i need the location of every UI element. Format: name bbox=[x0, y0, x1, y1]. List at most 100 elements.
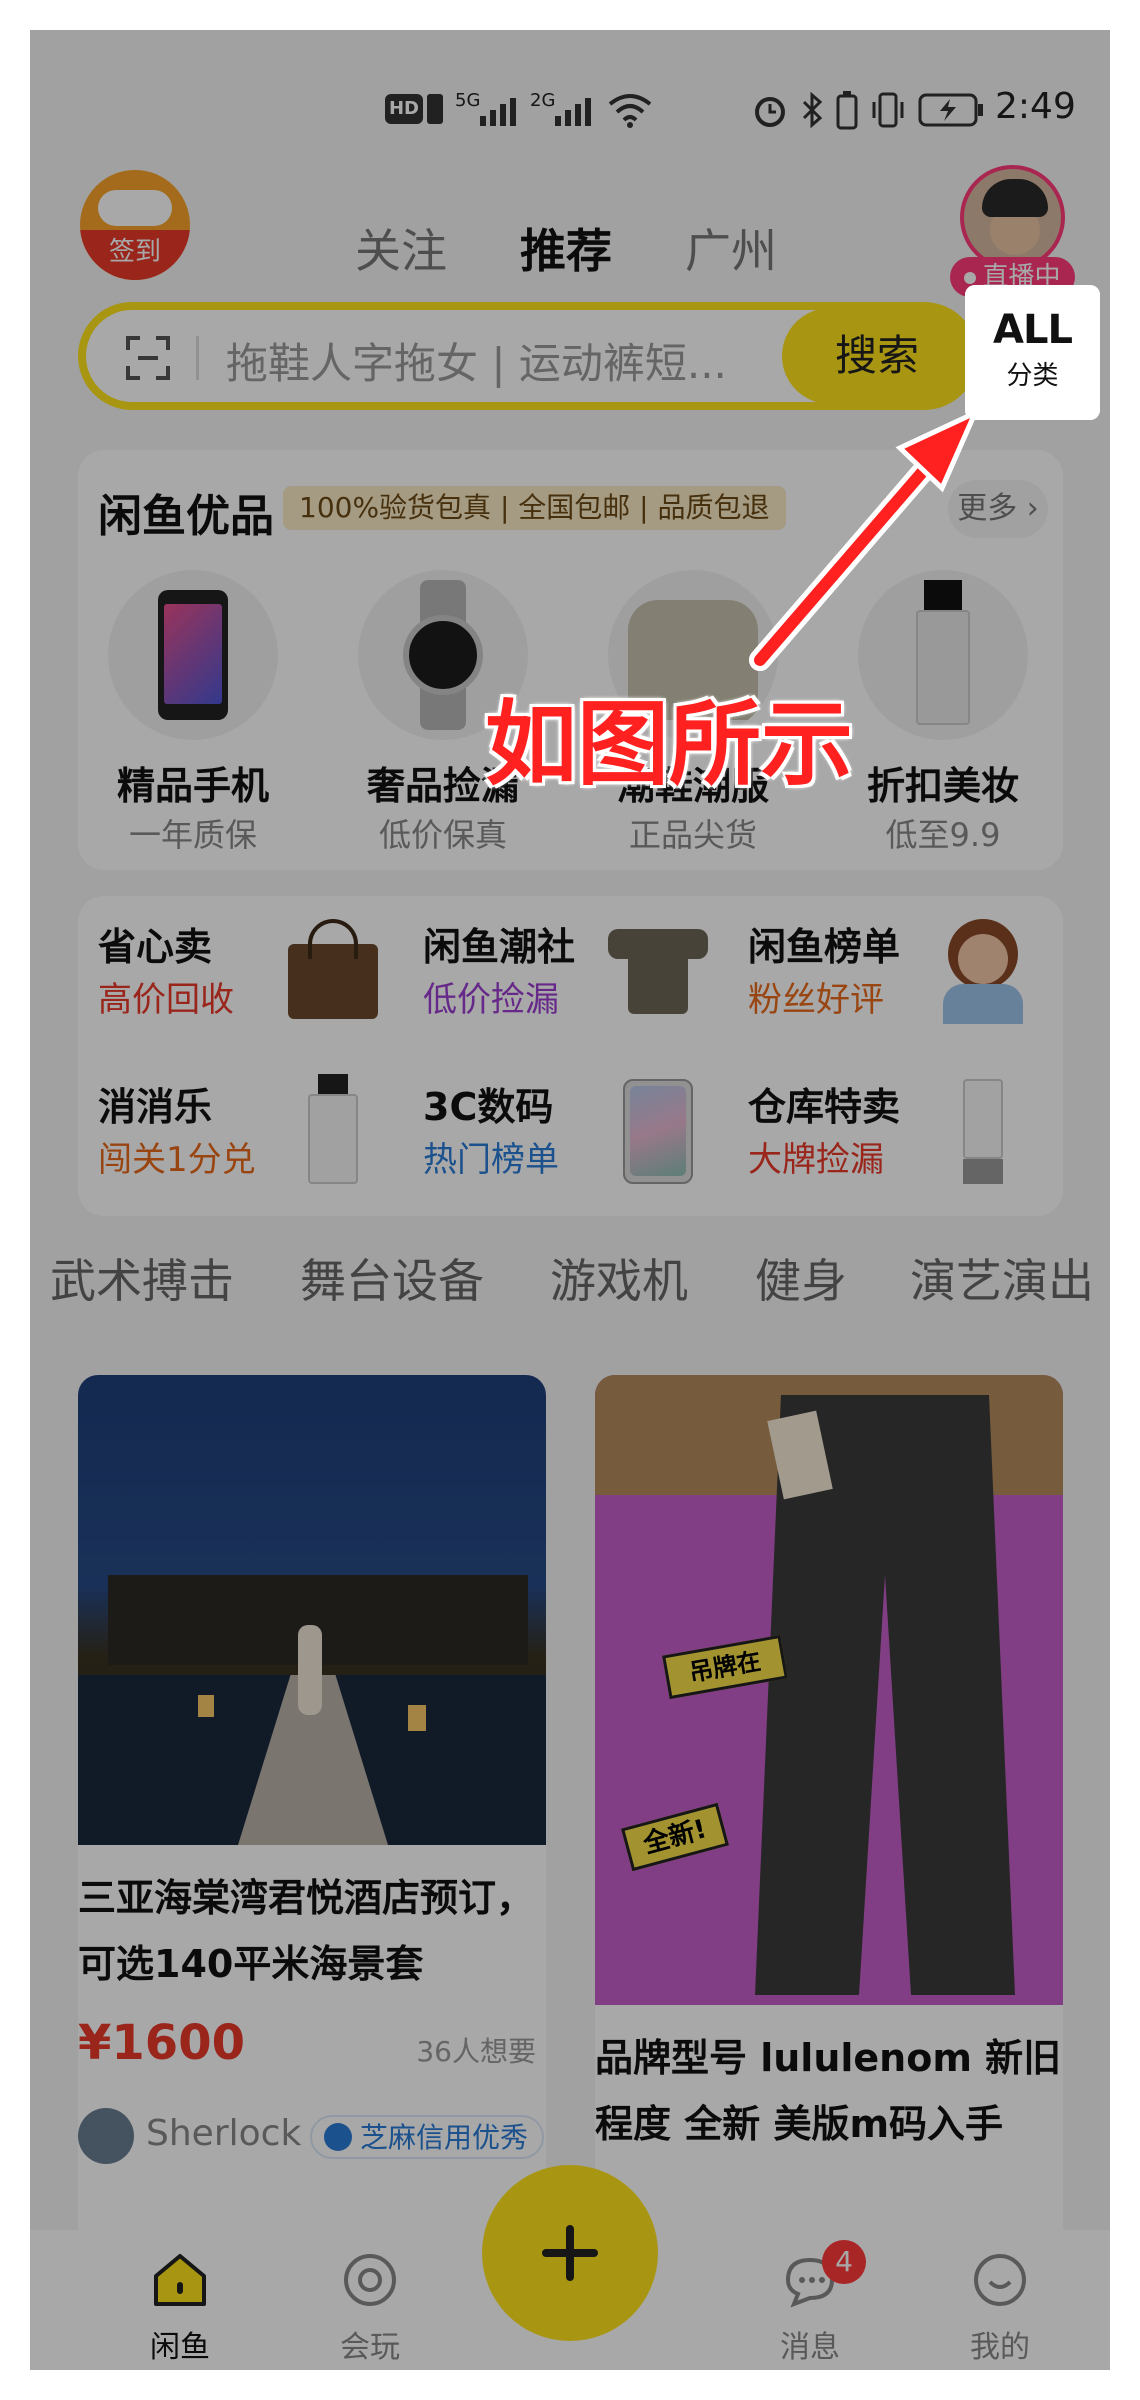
service-title: 消消乐 bbox=[98, 1085, 213, 1129]
scan-icon[interactable] bbox=[126, 336, 170, 380]
search-divider bbox=[196, 336, 199, 380]
youpin-item-sub: 正品尖货 bbox=[628, 816, 757, 854]
category-item[interactable]: 游戏机 bbox=[550, 1245, 688, 1311]
category-item[interactable]: 舞台设备 bbox=[300, 1245, 484, 1311]
youpin-card: 闲鱼优品 100%验货包真 | 全国包邮 | 品质包退 更多 › 精品手机 一年… bbox=[78, 450, 1063, 870]
youpin-item-phone[interactable]: 精品手机 一年质保 bbox=[78, 570, 308, 860]
tab-messages[interactable]: 4 消息 bbox=[730, 2230, 890, 2370]
youpin-more-label: 更多 bbox=[957, 491, 1018, 526]
tab-city[interactable]: 广州 bbox=[685, 215, 777, 281]
feed-title: 三亚海棠湾君悦酒店预订，可选140平米海景套 bbox=[78, 1876, 535, 1986]
feed-card[interactable]: 吊牌在 全新! 品牌型号 lululenom 新旧程度 全新 美版m码入手 bbox=[595, 1375, 1063, 2255]
tab-label: 会玩 bbox=[340, 2330, 400, 2365]
feed-title: 品牌型号 lululenom 新旧程度 全新 美版m码入手 bbox=[595, 2036, 1062, 2146]
signal-icon bbox=[480, 98, 516, 126]
category-item[interactable]: 健身 bbox=[755, 1245, 847, 1311]
hd-badge: HD bbox=[385, 94, 423, 124]
wifi-icon bbox=[608, 94, 652, 128]
all-category-button[interactable]: ALL 分类 bbox=[965, 285, 1100, 420]
service-trend[interactable]: 闲鱼潮社 低价捡漏 bbox=[403, 896, 723, 1046]
alarm-icon bbox=[755, 97, 785, 127]
youpin-item-sub: 一年质保 bbox=[128, 816, 257, 854]
sim-icon bbox=[427, 94, 443, 124]
search-button[interactable]: 搜索 bbox=[782, 308, 972, 404]
publish-button[interactable] bbox=[482, 2165, 658, 2341]
smartphone-image bbox=[608, 1074, 708, 1184]
service-ranking[interactable]: 闲鱼榜单 粉丝好评 bbox=[728, 896, 1048, 1046]
service-sub: 粉丝好评 bbox=[748, 980, 884, 1020]
skincare-image bbox=[933, 1074, 1033, 1184]
search-input[interactable]: 拖鞋人字拖女 | 运动裤短... bbox=[226, 330, 766, 391]
message-count-badge: 4 bbox=[822, 2240, 866, 2284]
service-sub: 热门榜单 bbox=[423, 1140, 559, 1180]
tab-xianyu[interactable]: 闲鱼 bbox=[100, 2230, 260, 2370]
tab-label: 闲鱼 bbox=[150, 2330, 210, 2365]
feed-price: ¥1600 bbox=[78, 2015, 245, 2071]
phone-image bbox=[108, 570, 278, 740]
service-title: 省心卖 bbox=[98, 925, 213, 969]
service-game[interactable]: 消消乐 闯关1分兑 bbox=[78, 1056, 398, 1206]
service-3c[interactable]: 3C数码 热门榜单 bbox=[403, 1056, 723, 1206]
youpin-item-name: 精品手机 bbox=[116, 764, 269, 808]
sesame-icon bbox=[324, 2123, 352, 2151]
new-sticker: 全新! bbox=[621, 1802, 729, 1872]
seller-name: Sherlock bbox=[146, 2113, 302, 2154]
feed-card[interactable]: 三亚海棠湾君悦酒店预订，可选140平米海景套 ¥1600 36人想要 Sherl… bbox=[78, 1375, 546, 2295]
service-sub: 大牌捡漏 bbox=[748, 1140, 884, 1180]
home-icon bbox=[154, 2254, 206, 2306]
service-title: 3C数码 bbox=[423, 1085, 554, 1129]
all-category-big: ALL bbox=[993, 307, 1073, 353]
youpin-item-sub: 低至9.9 bbox=[885, 816, 1001, 854]
vibrate-icon bbox=[872, 92, 904, 128]
service-sell[interactable]: 省心卖 高价回收 bbox=[78, 896, 398, 1046]
tab-label: 消息 bbox=[780, 2330, 840, 2365]
signal-icon-2 bbox=[555, 98, 591, 126]
category-item[interactable]: 演艺演出 bbox=[910, 1245, 1094, 1311]
avatar bbox=[960, 165, 1065, 270]
battery-saver-icon bbox=[836, 91, 858, 130]
avatar bbox=[78, 2108, 134, 2164]
service-sub: 闯关1分兑 bbox=[98, 1140, 256, 1180]
tab-recommend[interactable]: 推荐 bbox=[520, 215, 612, 281]
category-item[interactable]: 武术搏击 bbox=[50, 1245, 234, 1311]
service-warehouse[interactable]: 仓库特卖 大牌捡漏 bbox=[728, 1056, 1048, 1206]
annotation-label: 如图所示 bbox=[485, 691, 854, 798]
pants-image: 吊牌在 全新! bbox=[595, 1375, 1063, 2005]
credit-badge: 芝麻信用优秀 bbox=[310, 2115, 545, 2159]
net-5g-label: 5G bbox=[455, 90, 481, 111]
category-strip: 武术搏击 舞台设备 游戏机 健身 演艺演出 bbox=[30, 1245, 1110, 1325]
tab-play[interactable]: 会玩 bbox=[290, 2230, 450, 2370]
youpin-title: 闲鱼优品 bbox=[98, 491, 274, 542]
search-bar[interactable]: 拖鞋人字拖女 | 运动裤短... 搜索 bbox=[78, 302, 978, 410]
perfume-image bbox=[283, 1074, 383, 1184]
tshirt-image bbox=[608, 914, 708, 1024]
service-title: 仓库特卖 bbox=[748, 1085, 901, 1129]
service-grid: 省心卖 高价回收 闲鱼潮社 低价捡漏 闲鱼榜单 粉丝好评 消消乐 闯关1分兑 3… bbox=[78, 896, 1063, 1216]
youpin-item-cosmetics[interactable]: 折扣美妆 低至9.9 bbox=[828, 570, 1058, 860]
girl-avatar-image bbox=[933, 914, 1033, 1024]
status-bar: HD 5G 2G 2:49 bbox=[30, 30, 1110, 170]
tab-label: 我的 bbox=[970, 2330, 1030, 2365]
all-category-small: 分类 bbox=[1006, 361, 1059, 391]
service-sub: 高价回收 bbox=[98, 980, 234, 1020]
handbag-image bbox=[283, 914, 383, 1024]
bluetooth-icon bbox=[802, 92, 823, 128]
chevron-right-icon: › bbox=[1026, 491, 1039, 526]
youpin-item-name: 折扣美妆 bbox=[866, 764, 1019, 808]
smile-icon bbox=[974, 2254, 1026, 2306]
tab-me[interactable]: 我的 bbox=[920, 2230, 1080, 2370]
service-sub: 低价捡漏 bbox=[423, 980, 559, 1020]
cosmetics-image bbox=[858, 570, 1028, 740]
hotel-image bbox=[78, 1375, 546, 1845]
live-avatar-button[interactable]: 直播中 bbox=[950, 165, 1075, 300]
credit-label: 芝麻信用优秀 bbox=[360, 2121, 529, 2154]
net-2g-label: 2G bbox=[530, 90, 556, 111]
youpin-more-button[interactable]: 更多 › bbox=[948, 480, 1048, 538]
feed-wants: 36人想要 bbox=[416, 2035, 536, 2068]
battery-icon bbox=[918, 93, 983, 127]
service-title: 闲鱼榜单 bbox=[748, 925, 901, 969]
play-circle-icon bbox=[344, 2254, 396, 2306]
tab-follow[interactable]: 关注 bbox=[355, 215, 447, 281]
clock: 2:49 bbox=[995, 86, 1076, 127]
app-screen: HD 5G 2G 2:49 签到 关注 推荐 广州 直播中 拖鞋人字拖女 | 运… bbox=[30, 30, 1110, 2370]
